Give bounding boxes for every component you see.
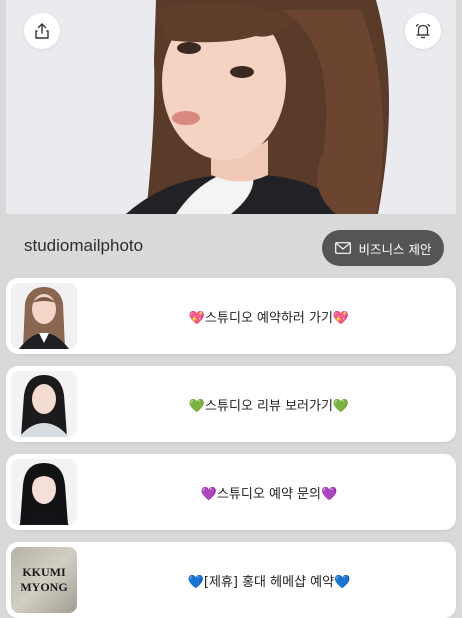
thumbnail-portrait <box>11 283 77 349</box>
link-card-reviews[interactable]: 💚스튜디오 리뷰 보러가기💚 <box>6 366 456 442</box>
cover-portrait-image <box>6 0 456 214</box>
link-card-booking[interactable]: 💖스튜디오 예약하러 가기💖 <box>6 278 456 354</box>
mail-icon <box>334 242 351 254</box>
partner-logo: KKUMI MYONG <box>11 547 77 613</box>
share-icon <box>35 23 49 39</box>
link-thumbnail <box>11 459 77 525</box>
thumbnail-portrait <box>11 459 77 525</box>
cover-photo <box>6 0 456 214</box>
link-label: 💖스튜디오 예약하러 가기💖 <box>188 310 350 326</box>
business-proposal-label: 비즈니스 제안 <box>358 241 432 257</box>
link-thumbnail <box>11 371 77 437</box>
link-card-partner[interactable]: KKUMI MYONG 💙[제휴] 홍대 헤메샵 예약💙 <box>6 542 456 618</box>
profile-header: studiomailphoto 비즈니스 제안 <box>6 214 456 278</box>
logo-text-line1: KKUMI <box>22 565 66 579</box>
thumbnail-portrait <box>11 371 77 437</box>
notification-button[interactable] <box>405 13 441 49</box>
link-label: 💚스튜디오 리뷰 보러가기💚 <box>188 398 350 414</box>
link-label: 💙[제휴] 홍대 헤메샵 예약💙 <box>187 574 351 590</box>
profile-username: studiomailphoto <box>24 236 144 255</box>
link-thumbnail <box>11 283 77 349</box>
link-card-inquiry[interactable]: 💜스튜디오 예약 문의💜 <box>6 454 456 530</box>
share-button[interactable] <box>24 13 60 49</box>
link-label: 💜스튜디오 예약 문의💜 <box>200 486 338 502</box>
business-proposal-button[interactable]: 비즈니스 제안 <box>322 230 444 266</box>
logo-text-line2: MYONG <box>20 580 67 594</box>
bell-icon <box>415 23 431 39</box>
link-thumbnail: KKUMI MYONG <box>11 547 77 613</box>
